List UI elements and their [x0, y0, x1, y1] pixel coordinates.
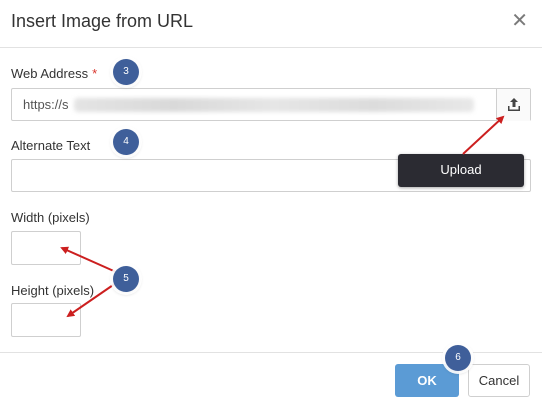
close-icon[interactable]: ✕	[511, 11, 528, 31]
width-label: Width (pixels)	[11, 210, 90, 225]
height-label: Height (pixels)	[11, 283, 95, 298]
annotation-badge-3: 3	[113, 59, 139, 85]
redacted-url	[74, 98, 474, 112]
upload-icon	[508, 98, 520, 111]
annotation-badge-4: 4	[113, 129, 139, 155]
dialog-header: Insert Image from URL ✕	[0, 0, 542, 48]
web-address-input[interactable]: https://s	[11, 88, 531, 121]
dialog-title: Insert Image from URL	[11, 11, 194, 31]
annotation-badge-5: 5	[113, 266, 139, 292]
ok-button[interactable]: OK	[395, 364, 459, 397]
height-input[interactable]	[11, 303, 81, 337]
annotation-arrows	[60, 115, 505, 318]
web-address-label-text: Web Address	[11, 66, 89, 81]
width-input[interactable]	[11, 231, 81, 265]
cancel-button[interactable]: Cancel	[468, 364, 530, 397]
required-marker: *	[92, 66, 98, 81]
insert-image-dialog: Insert Image from URL ✕ Web Address * htt…	[0, 0, 542, 403]
upload-button[interactable]	[496, 89, 530, 121]
web-address-label: Web Address *	[11, 66, 97, 81]
web-address-value: https://s	[23, 97, 69, 112]
arrow-to-upload	[462, 115, 505, 155]
upload-tooltip: Upload	[398, 154, 524, 187]
alternate-text-label: Alternate Text	[11, 138, 91, 153]
annotation-badge-6: 6	[445, 345, 471, 371]
